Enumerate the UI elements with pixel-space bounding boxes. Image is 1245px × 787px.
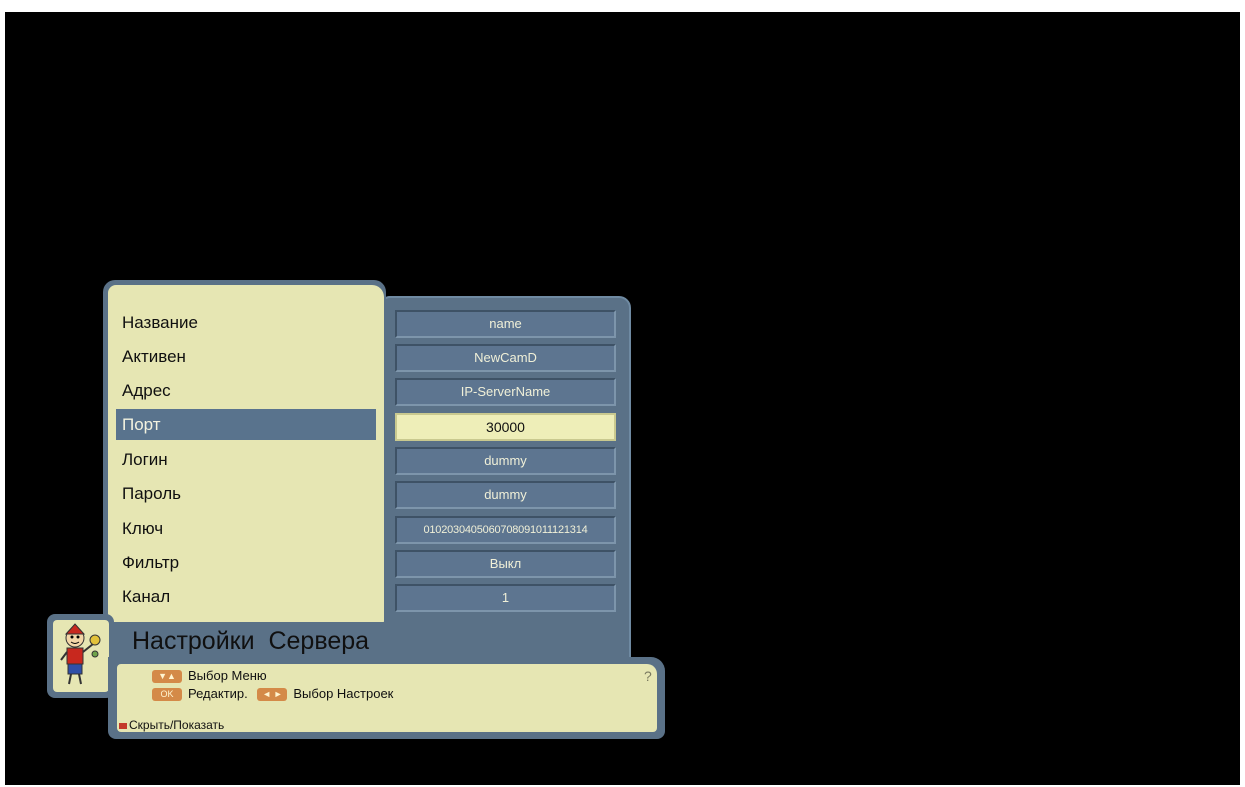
menu-title: Настройки Сервера <box>132 627 370 655</box>
help-navigate-label: Выбор Меню <box>188 668 267 683</box>
label-password[interactable]: Пароль <box>122 479 181 509</box>
value-channel-field[interactable]: 1 <box>395 584 616 612</box>
help-select-settings-label: Выбор Настроек <box>293 686 394 701</box>
value-password-field[interactable]: dummy <box>395 481 616 509</box>
label-address[interactable]: Адрес <box>122 376 171 406</box>
help-edit-label: Редактир. <box>188 686 248 701</box>
left-right-key-icon: ◄ ► <box>257 688 288 702</box>
red-key-icon <box>119 722 127 729</box>
help-question-icon: ? <box>644 668 652 684</box>
value-key-field[interactable]: 0102030405060708091011121314 <box>395 516 616 544</box>
value-login-field[interactable]: dummy <box>395 447 616 475</box>
label-port[interactable]: Порт <box>122 410 161 440</box>
label-login[interactable]: Логин <box>122 445 168 475</box>
label-key[interactable]: Ключ <box>122 514 163 544</box>
up-down-key-icon: ▼▲ <box>152 670 182 684</box>
label-name[interactable]: Название <box>122 308 198 338</box>
label-filter[interactable]: Фильтр <box>122 548 179 578</box>
value-port-field[interactable]: 30000 <box>395 413 616 441</box>
value-name-field[interactable]: name <box>395 310 616 338</box>
help-line-navigate: ▼▲ Выбор Меню <box>152 668 267 684</box>
help-hide-show-label: Скрыть/Показать <box>129 718 225 732</box>
value-address-field[interactable]: IP-ServerName <box>395 378 616 406</box>
help-line-edit: OK Редактир. ◄ ► Выбор Настроек <box>152 686 394 702</box>
label-channel[interactable]: Канал <box>122 582 170 612</box>
value-active-field[interactable]: NewCamD <box>395 344 616 372</box>
label-active[interactable]: Активен <box>122 342 186 372</box>
ok-key-icon: OK <box>152 688 182 702</box>
help-line-hide: Скрыть/Показать <box>119 718 224 732</box>
value-filter-field[interactable]: Выкл <box>395 550 616 578</box>
mascot-icon <box>53 620 109 692</box>
